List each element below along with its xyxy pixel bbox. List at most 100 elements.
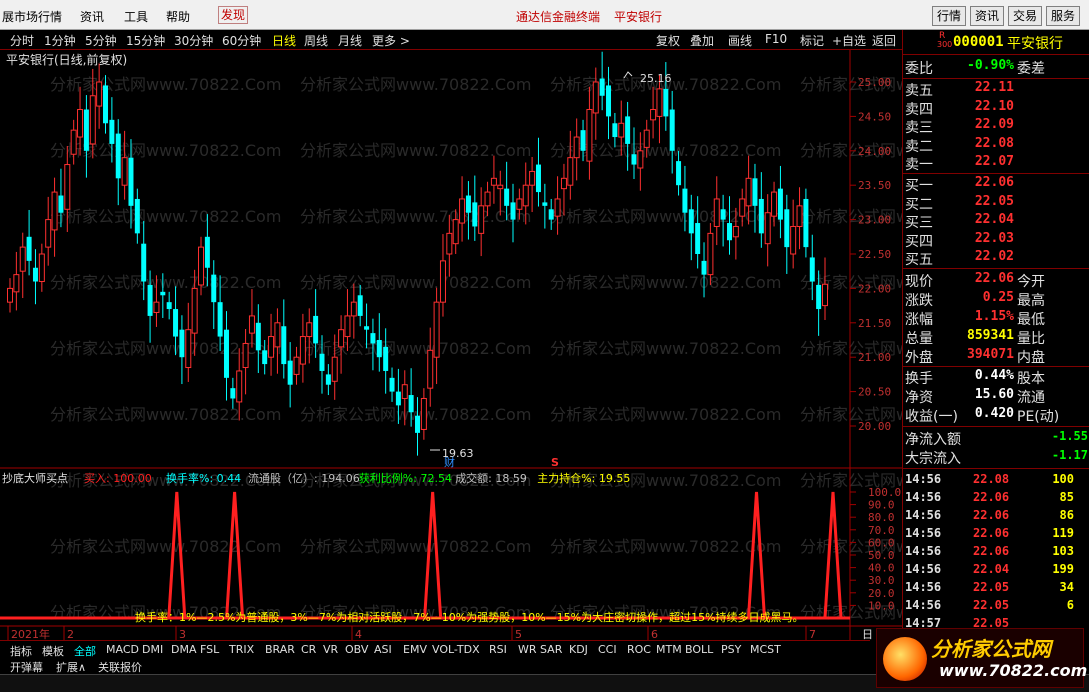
indicator-tab[interactable]: SAR [540,643,562,656]
menu-news[interactable]: 资讯 [80,8,104,25]
period-more[interactable]: 更多 > [372,32,410,49]
menu-help[interactable]: 帮助 [166,8,190,25]
menu-discover[interactable]: 发现 [218,6,249,24]
tab-danmu[interactable]: 开弹幕 [10,659,43,675]
tab-expand[interactable]: 扩展∧ [56,659,86,675]
legend-item: 成交额: 18.59 [455,471,527,485]
price-tick-label: 21.00 [858,351,891,364]
indicator-tab[interactable]: VOL-TDX [432,643,480,656]
tick-price: 22.05 [973,598,1010,612]
cai-marker[interactable]: 财 [444,455,455,469]
indicator-tab[interactable]: 模板 [42,643,64,659]
period-fenshi[interactable]: 分时 [10,32,34,49]
stat2-row-label: 净资 [905,390,933,406]
tab-related[interactable]: 关联报价 [98,659,142,675]
candle-body [51,191,58,231]
indicator-tab[interactable]: FSL [200,643,219,656]
tick-row: 14:56 22.08 100 [903,472,1089,490]
sell-level: 卖一 22.07 [903,154,1089,173]
candle-body [516,198,523,210]
menu-tools[interactable]: 工具 [124,8,148,25]
candle-body [103,85,109,124]
logo-ball-icon [883,637,927,681]
indicator-tab[interactable]: TRIX [229,643,254,656]
indicator-tab[interactable]: KDJ [569,643,588,656]
period-60min[interactable]: 60分钟 [222,32,261,49]
tick-price: 22.04 [973,562,1010,576]
candle-body [306,322,313,338]
buy-level: 买三 22.04 [903,212,1089,231]
period-1min[interactable]: 1分钟 [44,32,76,49]
price-tick-label: 22.50 [858,248,891,261]
indicator-tab[interactable]: MCST [750,643,781,656]
sell-level-label: 卖五 [905,83,933,99]
candle-body [121,157,128,186]
candle-body [268,336,275,358]
kline-chart[interactable]: 分析家公式网www.70822.Com 分析家公式网www.70822.Com 分析… [0,50,902,640]
candle-body [567,157,574,186]
candle-body [510,202,516,220]
menu-market[interactable]: 展市场行情 [2,8,62,25]
candle-body [726,223,732,241]
period-weekly[interactable]: 周线 [304,32,328,49]
stat2-row: 净资 15.60 流通 [903,387,1089,406]
btn-zixuan[interactable]: +自选 [832,32,866,49]
candle-body [350,301,357,317]
tick-volume: 103 [1052,544,1074,558]
period-15min[interactable]: 15分钟 [126,32,165,49]
btn-trade[interactable]: 交易 [1008,6,1043,26]
btn-fuquan[interactable]: 复权 [656,32,680,49]
indicator-tab[interactable]: MTM [656,643,682,656]
legend-item: 主力持仓%: 19.55 [537,471,630,485]
candle-body [739,198,746,217]
candle-body [134,198,140,234]
watermark-text: 分析家公式网www.70822.Com [50,405,281,424]
buy-level-label: 买四 [905,233,933,250]
candle-body [248,315,255,334]
indicator-tab[interactable]: EMV [403,643,427,656]
indicator-tab[interactable]: 指标 [10,643,32,659]
sell-level-value: 22.11 [974,80,1014,95]
btn-market[interactable]: 行情 [932,6,967,26]
btn-f10[interactable]: F10 [765,32,787,46]
period-monthly[interactable]: 月线 [338,32,362,49]
indicator-tab[interactable]: DMA [171,643,197,656]
btn-huaxian[interactable]: 画线 [728,32,752,49]
btn-service[interactable]: 服务 [1046,6,1081,26]
indicator-tab[interactable]: WR [518,643,537,656]
indicator-tab[interactable]: RSI [489,643,507,656]
sell-level-value: 22.09 [974,117,1014,133]
sell-level-label: 卖四 [905,101,933,118]
period-5min[interactable]: 5分钟 [85,32,117,49]
indicator-tab[interactable]: BOLL [685,643,713,656]
candle-body [115,133,121,179]
btn-biaoji[interactable]: 标记 [800,32,824,49]
indicator-tab[interactable]: MACD [106,643,139,656]
indicator-tab[interactable]: ASI [374,643,392,656]
btn-back[interactable]: 返回 [872,32,896,49]
candle-body [299,336,306,365]
tick-volume: 85 [1059,490,1074,504]
indicator-tab[interactable]: OBV [345,643,368,656]
site-logo: 分析家公式网 www.70822.com [876,628,1087,688]
period-30min[interactable]: 30分钟 [174,32,213,49]
indicator-tab[interactable]: CR [301,643,316,656]
btn-diejia[interactable]: 叠加 [690,32,714,49]
candle-body [13,274,20,293]
indicator-tab[interactable]: CCI [598,643,617,656]
quote-panel: R 300 000001 平安银行 委比 -0.90% 委差 卖五 22.11 卖四… [902,30,1089,670]
indicator-tick-label: 50.0 [868,549,895,562]
indicator-tab[interactable]: 全部 [74,643,96,659]
candle-body [331,356,338,382]
indicator-tab[interactable]: VR [323,643,338,656]
indicator-tab[interactable]: BRAR [265,643,295,656]
candle-body [230,388,236,399]
btn-info[interactable]: 资讯 [970,6,1005,26]
indicator-tab[interactable]: DMI [142,643,163,656]
indicator-tab[interactable]: ROC [627,643,651,656]
indicator-tab[interactable]: PSY [721,643,741,656]
watermark-text: 分析家公式网www.70822.Com [550,405,781,424]
tick-row: 14:56 22.05 34 [903,580,1089,598]
s-marker[interactable]: S [551,456,559,469]
period-daily[interactable]: 日线 [272,32,296,49]
